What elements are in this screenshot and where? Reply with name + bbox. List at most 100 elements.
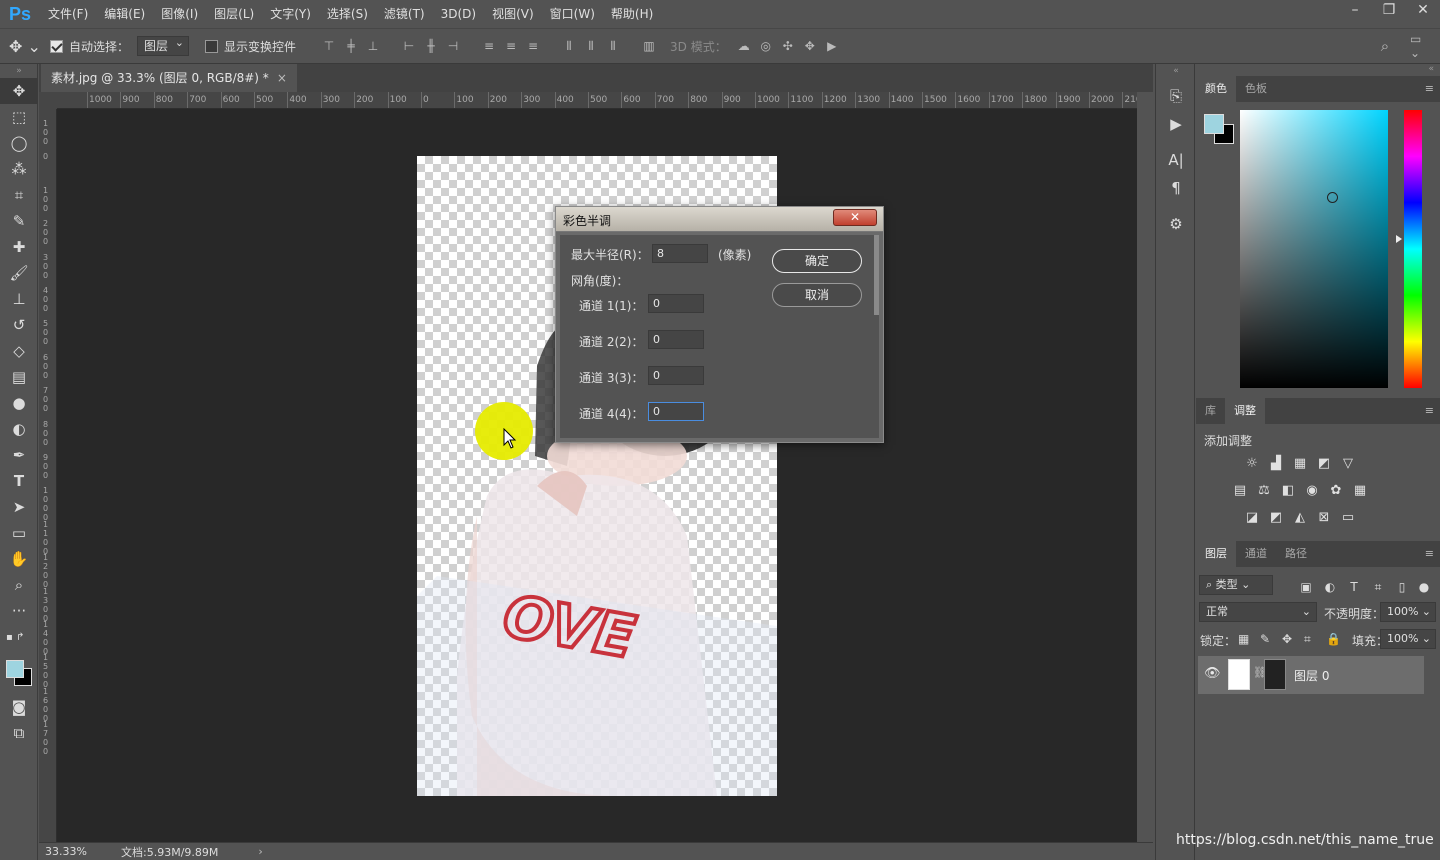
dialog-scrollbar[interactable] <box>874 235 879 315</box>
align-right-icon[interactable]: ⊣ <box>442 36 464 56</box>
auto-select-target-select[interactable]: 图层 <box>137 34 190 56</box>
tab-swatches[interactable]: 色板 <box>1236 76 1276 102</box>
vertical-scrollbar[interactable] <box>1137 92 1153 842</box>
gradient-tool-icon[interactable]: ▤ <box>0 364 38 390</box>
more-tools-icon[interactable]: ··· <box>0 598 38 624</box>
hue-slider-marker[interactable] <box>1396 235 1402 243</box>
invert-icon[interactable]: ◪ <box>1240 507 1264 529</box>
paragraph-panel-icon[interactable]: ¶ <box>1156 174 1196 202</box>
align-vcenter-icon[interactable]: ╪ <box>340 36 362 56</box>
rectangle-tool-icon[interactable]: ▭ <box>0 520 38 546</box>
dialog-close-button[interactable]: ✕ <box>833 209 877 226</box>
auto-align-icon[interactable]: ▥ <box>638 36 660 56</box>
layer-filter-select[interactable]: ⌕ 类型 ⌄ <box>1199 575 1273 595</box>
minimize-button[interactable]: – <box>1338 0 1372 22</box>
lasso-tool-icon[interactable]: ◯ <box>0 130 38 156</box>
distribute-vcenter-icon[interactable]: ≡ <box>500 36 522 56</box>
curves-icon[interactable]: ▦ <box>1288 453 1312 475</box>
move-tool-preset-icon[interactable]: ✥ ⌄ <box>0 37 50 56</box>
close-tab-icon[interactable]: × <box>277 64 287 92</box>
healing-brush-tool-icon[interactable]: ✚ <box>0 234 38 260</box>
distribute-left-icon[interactable]: ⦀ <box>558 36 580 56</box>
horizontal-ruler[interactable]: 1000 900 800 700 600 500 400 300 200 100 0 100 200 30… <box>57 92 1137 109</box>
channel-1-input[interactable]: 0 <box>648 294 704 313</box>
blend-mode-select[interactable]: 正常 ⌄ <box>1199 602 1317 622</box>
ruler-origin[interactable] <box>39 92 57 109</box>
channel-2-input[interactable]: 0 <box>648 330 704 349</box>
menu-type[interactable]: 文字(Y) <box>262 0 319 28</box>
layer-name[interactable]: 图层 0 <box>1294 667 1329 684</box>
color-saturation-field[interactable] <box>1240 110 1388 388</box>
3d-pan-icon[interactable]: ✣ <box>777 36 799 56</box>
photo-filter-icon[interactable]: ◉ <box>1300 480 1324 502</box>
workspace-icon[interactable]: ▭ ⌄ <box>1410 32 1432 60</box>
brightness-contrast-icon[interactable]: ☼ <box>1240 453 1264 475</box>
opacity-input[interactable]: 100% ⌄ <box>1380 602 1436 622</box>
color-lookup-icon[interactable]: ▦ <box>1348 480 1372 502</box>
3d-slide-icon[interactable]: ✥ <box>799 36 821 56</box>
type-tool-icon[interactable]: T <box>0 468 38 494</box>
move-tool-icon[interactable]: ✥ <box>0 78 38 104</box>
panels-collapse-icon[interactable]: « <box>1196 64 1440 76</box>
align-top-icon[interactable]: ⊤ <box>318 36 340 56</box>
channel-4-input[interactable]: 0 <box>648 402 704 421</box>
screen-mode-icon[interactable]: ⧉ <box>0 720 38 746</box>
distribute-bottom-icon[interactable]: ≡ <box>522 36 544 56</box>
menu-view[interactable]: 视图(V) <box>484 0 542 28</box>
distribute-top-icon[interactable]: ≡ <box>478 36 500 56</box>
filter-adjustment-icon[interactable]: ◐ <box>1320 580 1340 594</box>
menu-help[interactable]: 帮助(H) <box>603 0 661 28</box>
zoom-tool-icon[interactable]: ⌕ <box>0 572 38 598</box>
fill-input[interactable]: 100% ⌄ <box>1380 629 1436 649</box>
eyedropper-tool-icon[interactable]: ✎ <box>0 208 38 234</box>
hue-slider[interactable] <box>1404 110 1422 388</box>
collapse-icon[interactable]: » <box>0 64 38 78</box>
threshold-icon[interactable]: ◭ <box>1288 507 1312 529</box>
tab-libraries[interactable]: 库 <box>1196 398 1225 424</box>
levels-icon[interactable]: ▟ <box>1264 453 1288 475</box>
color-picker-marker[interactable] <box>1327 192 1338 203</box>
color-panel-menu-icon[interactable]: ≡ <box>1425 82 1434 95</box>
zoom-level[interactable]: 33.33% <box>39 845 91 858</box>
tab-color[interactable]: 颜色 <box>1196 76 1236 102</box>
distribute-right-icon[interactable]: ⦀ <box>602 36 624 56</box>
layer-mask-thumbnail[interactable] <box>1264 659 1286 690</box>
search-icon[interactable]: ⌕ <box>1374 36 1396 56</box>
menu-file[interactable]: 文件(F) <box>40 0 96 28</box>
lock-all-icon[interactable]: 🔒 <box>1326 632 1341 646</box>
filter-smart-object-icon[interactable]: ▯ <box>1392 580 1412 594</box>
menu-select[interactable]: 选择(S) <box>319 0 376 28</box>
pen-tool-icon[interactable]: ✒ <box>0 442 38 468</box>
tab-layers[interactable]: 图层 <box>1196 541 1236 567</box>
magic-wand-tool-icon[interactable]: ⁂ <box>0 156 38 182</box>
lock-artboard-icon[interactable]: ⌗ <box>1304 632 1311 647</box>
eye-visibility-icon[interactable]: 👁 <box>1204 666 1221 681</box>
filter-pixel-icon[interactable]: ▣ <box>1296 580 1316 594</box>
3d-orbit-icon[interactable]: ☁ <box>733 36 755 56</box>
max-radius-input[interactable]: 8 <box>652 244 708 263</box>
restore-button[interactable]: ❐ <box>1372 0 1406 22</box>
exposure-icon[interactable]: ◩ <box>1312 453 1336 475</box>
dialog-titlebar[interactable]: 彩色半调 ✕ <box>556 207 883 232</box>
layer-thumbnail[interactable] <box>1228 659 1250 690</box>
show-transform-checkbox[interactable]: 显示变换控件 <box>205 38 296 55</box>
menu-image[interactable]: 图像(I) <box>153 0 206 28</box>
filter-toggle-icon[interactable]: ● <box>1414 580 1434 594</box>
document-tab[interactable]: 素材.jpg @ 33.3% (图层 0, RGB/8#) * × <box>41 64 297 92</box>
posterize-icon[interactable]: ◩ <box>1264 507 1288 529</box>
gradient-map-icon[interactable]: ▭ <box>1336 507 1360 529</box>
align-bottom-icon[interactable]: ⊥ <box>362 36 384 56</box>
vertical-ruler[interactable]: 100 0 100 200 300 400 500 600 700 800 900 1000 1100 1… <box>39 109 57 842</box>
swap-colors-icon[interactable]: ▪ ↱ <box>0 624 38 650</box>
actions-panel-icon[interactable]: ▶ <box>1156 110 1196 138</box>
distribute-hcenter-icon[interactable]: ⦀ <box>580 36 602 56</box>
channel-mixer-icon[interactable]: ✿ <box>1324 480 1348 502</box>
status-menu-icon[interactable]: › <box>258 845 262 858</box>
cancel-button[interactable]: 取消 <box>772 283 862 307</box>
menu-layer[interactable]: 图层(L) <box>206 0 262 28</box>
vibrance-icon[interactable]: ▽ <box>1336 453 1360 475</box>
tab-channels[interactable]: 通道 <box>1236 541 1276 567</box>
tab-paths[interactable]: 路径 <box>1276 541 1316 567</box>
hue-saturation-icon[interactable]: ▤ <box>1228 480 1252 502</box>
hand-tool-icon[interactable]: ✋ <box>0 546 38 572</box>
